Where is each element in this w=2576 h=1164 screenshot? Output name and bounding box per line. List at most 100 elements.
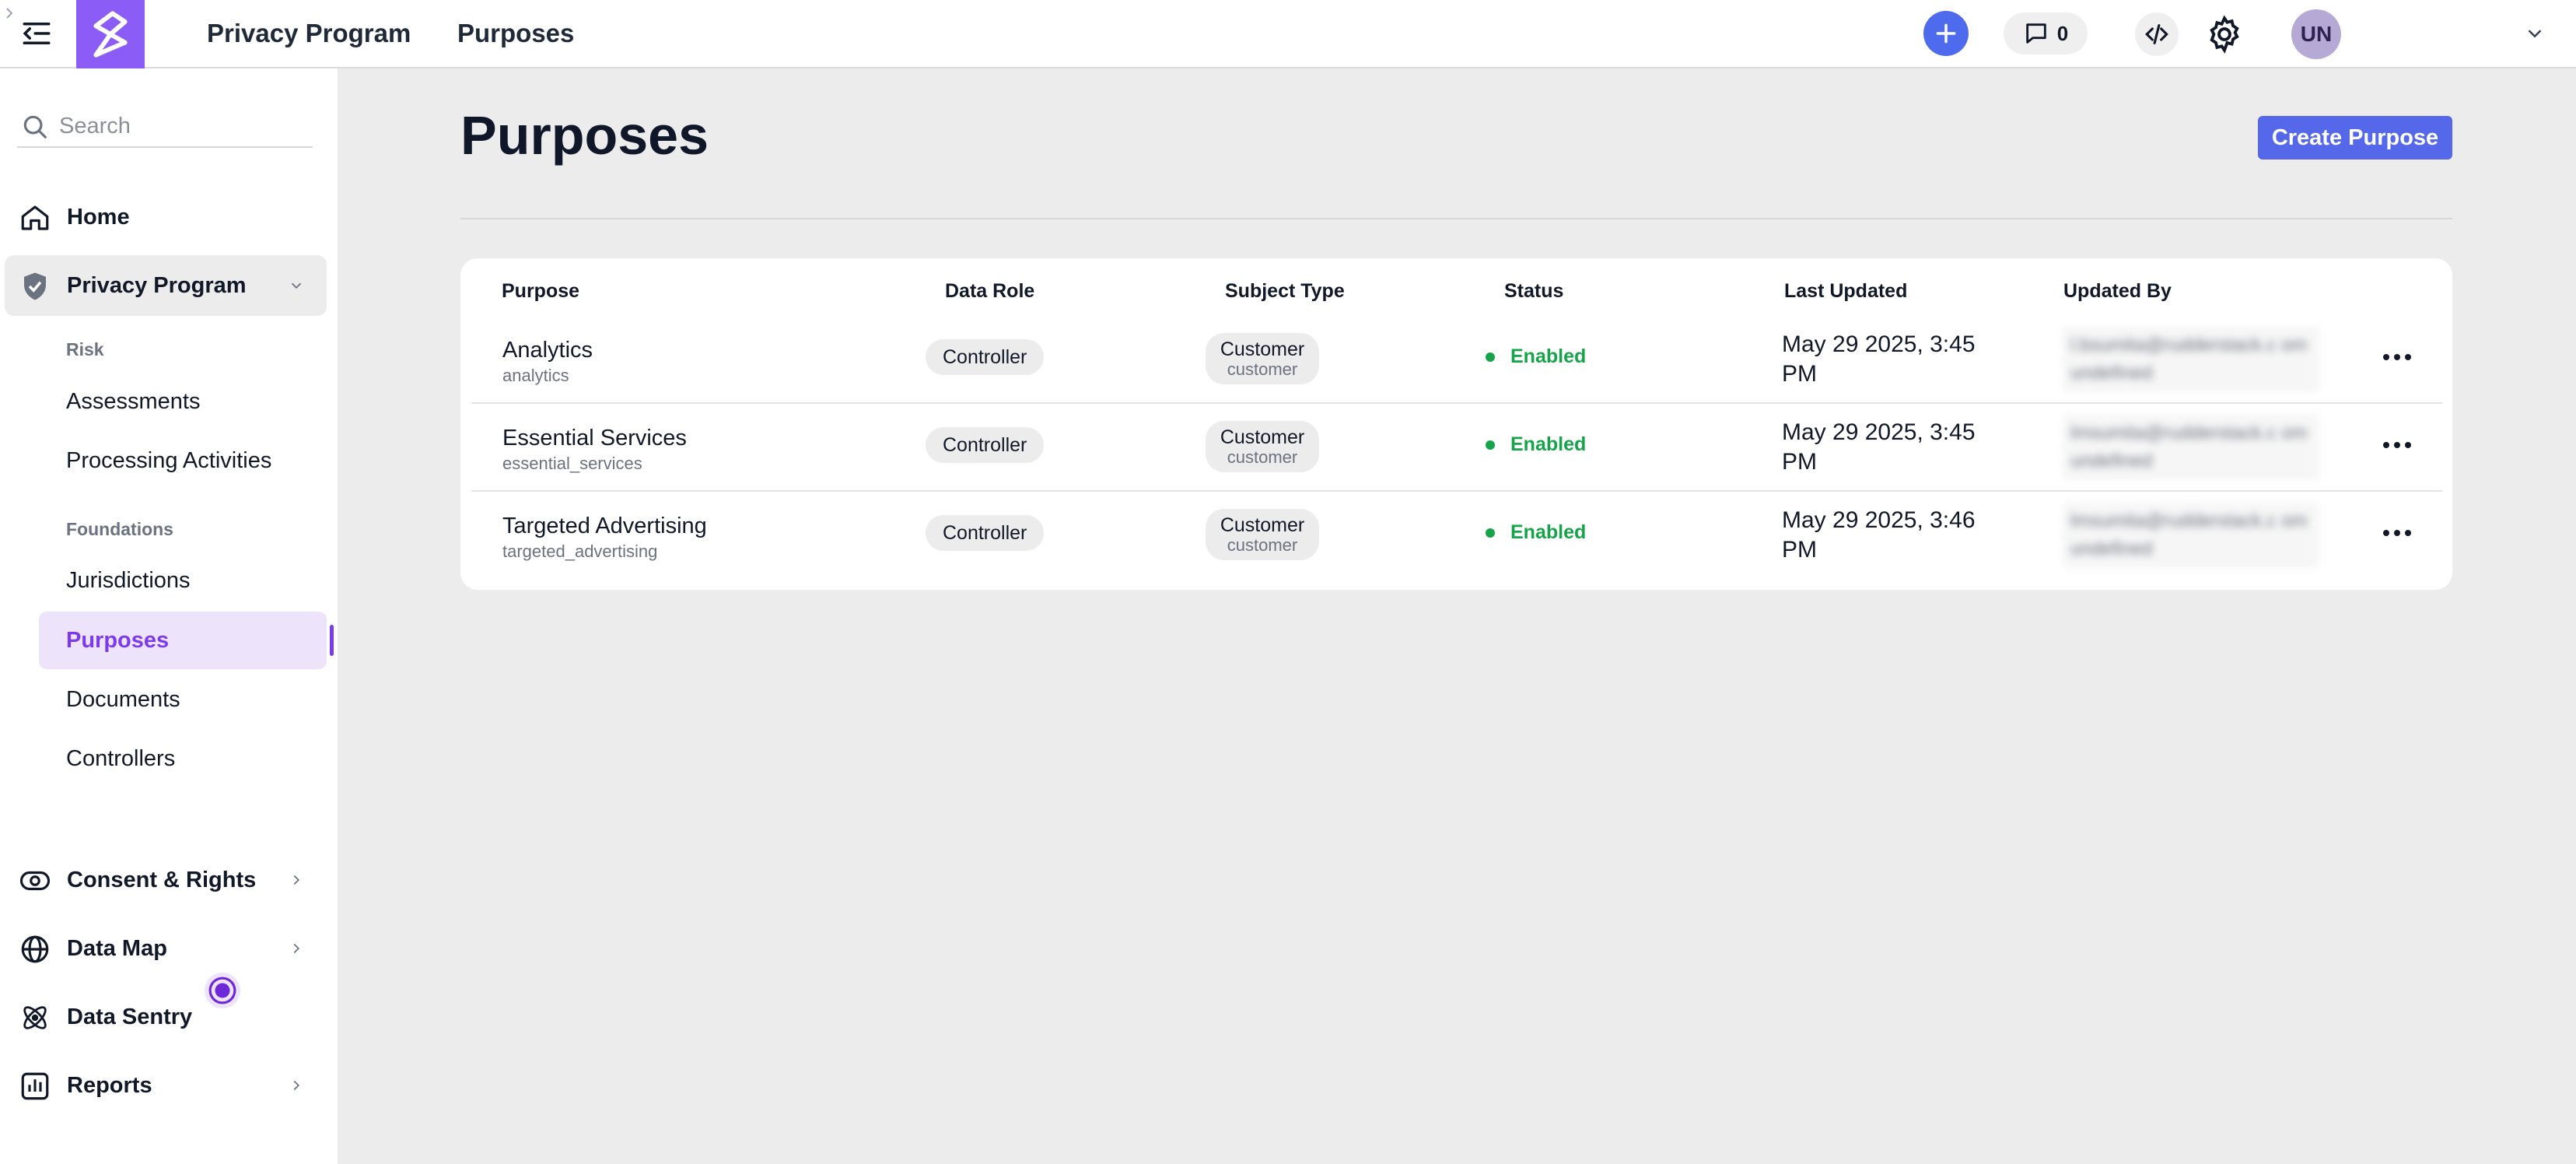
sidebar-item-assessments[interactable]: Assessments (39, 373, 327, 430)
sidebar-item-label: Jurisdictions (66, 567, 191, 593)
status-badge: Enabled (1486, 521, 1586, 544)
sidebar-item-label: Data Sentry (67, 1004, 193, 1029)
code-icon (2145, 24, 2168, 44)
subject-type-label: Customer (1220, 338, 1305, 360)
data-role-badge: Controller (926, 427, 1045, 463)
status-dot-icon (1486, 352, 1495, 362)
nav-section-risk: Risk (66, 339, 104, 359)
chevron-right-icon (293, 943, 300, 954)
purpose-key: targeted_advertising (502, 542, 658, 561)
bar-chart-icon (21, 1072, 49, 1100)
sidebar-item-label: Purposes (66, 627, 170, 653)
sidebar: Home Privacy Program Risk Assessments Pr… (0, 68, 338, 1164)
updated-by: lmsumita@rudderstack.c om undefined (2063, 503, 2319, 568)
column-header-last-updated[interactable]: Last Updated (1784, 280, 1907, 303)
subject-type-badge: Customer customer (1206, 421, 1319, 472)
sidebar-item-jurisdictions[interactable]: Jurisdictions (39, 552, 327, 609)
purpose-name[interactable]: Targeted Advertising (502, 514, 707, 539)
sidebar-item-documents[interactable]: Documents (39, 671, 327, 728)
last-updated: May 29 2025, 3:46 PM (1782, 507, 1976, 563)
data-role-badge: Controller (926, 515, 1045, 551)
divider (460, 218, 2452, 219)
column-header-status[interactable]: Status (1504, 280, 1563, 303)
table-row[interactable]: Targeted Advertising targeted_advertisin… (471, 492, 2442, 580)
status-dot-icon (1486, 528, 1495, 538)
comments-button[interactable]: 0 (2004, 12, 2088, 54)
more-options-icon[interactable] (2378, 345, 2416, 369)
purposes-table: Purpose Data Role Subject Type Status La… (460, 258, 2452, 590)
globe-icon (21, 935, 49, 963)
purpose-name[interactable]: Essential Services (502, 426, 687, 451)
sidebar-item-label: Documents (66, 686, 180, 712)
settings-gear-icon[interactable] (2204, 14, 2245, 54)
code-button[interactable] (2135, 12, 2179, 56)
updated-by: lmsumita@rudderstack.c om undefined (2063, 415, 2319, 480)
search-input[interactable] (59, 110, 308, 142)
sidebar-item-label: Data Map (67, 935, 167, 961)
sidebar-item-processing-activities[interactable]: Processing Activities (39, 432, 327, 489)
sidebar-item-label: Privacy Program (67, 272, 247, 298)
subject-type-badge: Customer customer (1206, 509, 1319, 560)
updated-by: l.bsumita@rudderstack.c om undefined (2063, 327, 2319, 392)
data-sentry-status-icon (205, 973, 240, 1008)
column-header-data-role[interactable]: Data Role (945, 280, 1034, 303)
data-role-badge: Controller (926, 339, 1045, 375)
purpose-name[interactable]: Analytics (502, 338, 593, 363)
subject-type-label: Customer (1220, 514, 1305, 536)
more-options-icon[interactable] (2378, 433, 2416, 457)
table-row[interactable]: Analytics analytics Controller Customer … (471, 316, 2442, 404)
create-purpose-button[interactable]: Create Purpose (2258, 116, 2452, 160)
status-badge: Enabled (1486, 433, 1586, 456)
shield-icon (24, 272, 46, 300)
purpose-key: essential_services (502, 454, 642, 473)
subject-type-key: customer (1227, 447, 1298, 467)
comment-icon (2026, 23, 2046, 44)
add-button[interactable] (1923, 11, 1969, 56)
active-indicator (330, 625, 334, 656)
more-options-icon[interactable] (2378, 521, 2416, 545)
sidebar-item-reports[interactable]: Reports (5, 1055, 327, 1116)
sidebar-search (17, 106, 313, 148)
status-badge: Enabled (1486, 345, 1586, 368)
top-bar: Privacy Program Purposes 0 UN (0, 0, 2576, 68)
sidebar-item-consent-rights[interactable]: Consent & Rights (5, 850, 327, 910)
sidebar-item-data-map[interactable]: Data Map (5, 918, 327, 979)
sidebar-item-controllers[interactable]: Controllers (39, 730, 327, 787)
column-header-purpose[interactable]: Purpose (502, 280, 579, 303)
purpose-key: analytics (502, 366, 569, 385)
column-header-updated-by[interactable]: Updated By (2063, 280, 2172, 303)
breadcrumb-current: Purposes (457, 19, 575, 47)
nav-section-foundations: Foundations (66, 519, 173, 539)
breadcrumb-privacy-program[interactable]: Privacy Program (207, 17, 411, 50)
column-header-subject-type[interactable]: Subject Type (1225, 280, 1345, 303)
search-icon (23, 115, 47, 139)
home-icon (21, 205, 49, 230)
page-title: Purposes (460, 105, 709, 166)
breadcrumb-separator-icon (6, 8, 13, 19)
chevron-down-icon[interactable] (2523, 22, 2546, 45)
atom-icon (23, 1006, 47, 1029)
eye-icon (19, 871, 51, 891)
sidebar-item-label: Controllers (66, 745, 176, 771)
sidebar-item-data-sentry[interactable]: Data Sentry (5, 987, 327, 1047)
last-updated: May 29 2025, 3:45 PM (1782, 419, 1976, 475)
table-row[interactable]: Essential Services essential_services Co… (471, 404, 2442, 492)
subject-type-badge: Customer customer (1206, 333, 1319, 384)
chevron-right-icon (293, 875, 300, 885)
collapse-menu-icon[interactable] (20, 17, 53, 50)
sidebar-item-label: Home (67, 204, 130, 230)
chevron-down-icon (291, 282, 302, 289)
sidebar-item-privacy-program[interactable]: Privacy Program (5, 255, 327, 316)
subject-type-key: customer (1227, 535, 1298, 555)
sidebar-item-label: Assessments (66, 388, 201, 414)
sidebar-item-label: Consent & Rights (67, 867, 257, 892)
app-logo[interactable] (76, 0, 145, 68)
status-text: Enabled (1510, 433, 1587, 455)
sidebar-item-label: Processing Activities (66, 447, 272, 473)
comment-count: 0 (2056, 21, 2069, 45)
sidebar-item-purposes[interactable]: Purposes (39, 612, 327, 669)
sidebar-item-home[interactable]: Home (5, 187, 327, 247)
sidebar-item-label: Reports (67, 1072, 152, 1098)
chevron-right-icon (293, 1080, 300, 1091)
user-avatar[interactable]: UN (2291, 9, 2341, 59)
